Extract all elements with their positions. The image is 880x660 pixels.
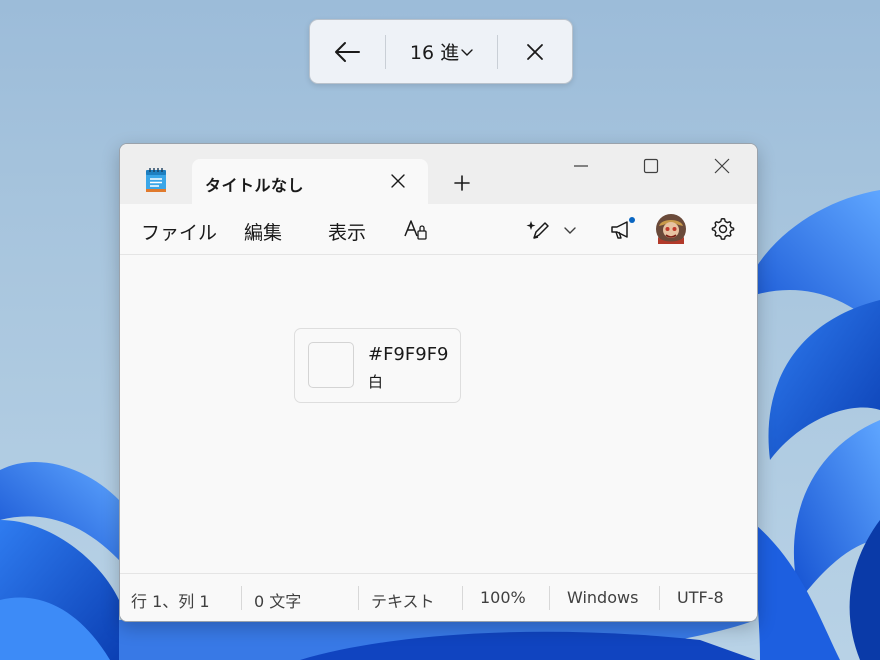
color-name: 白	[368, 373, 384, 391]
status-line-ending[interactable]: Windows	[567, 588, 638, 607]
account-button[interactable]	[655, 213, 687, 245]
minimize-icon	[574, 165, 588, 167]
minimize-button[interactable]	[558, 150, 604, 182]
close-icon	[714, 158, 730, 174]
text-editor[interactable]: #F9F9F9 白	[120, 255, 757, 573]
close-window-button[interactable]	[699, 150, 745, 182]
color-picker-toolbar: 16 進	[309, 19, 573, 84]
close-icon[interactable]	[388, 171, 408, 191]
status-cursor-position: 行 1、列 1	[131, 592, 210, 611]
status-encoding[interactable]: UTF-8	[677, 588, 724, 607]
maximize-icon	[643, 158, 659, 174]
menu-bar: ファイル 編集 表示	[120, 204, 757, 255]
font-button[interactable]	[402, 217, 430, 243]
notepad-window: タイトルなし ファイル 編集 表示 #F9F9F9 白 行 1、列 1 0 文字…	[119, 143, 758, 622]
arrow-left-icon	[335, 41, 361, 62]
close-picker-button[interactable]	[498, 20, 572, 83]
status-mode: テキスト	[371, 592, 435, 611]
copilot-button[interactable]	[521, 216, 581, 244]
announcement-button[interactable]	[607, 214, 637, 244]
megaphone-icon	[611, 217, 635, 239]
format-dropdown[interactable]: 16 進	[386, 20, 498, 83]
divider	[241, 586, 242, 610]
format-label: 16 進	[409, 42, 460, 64]
title-bar: タイトルなし	[120, 144, 757, 205]
chevron-down-icon	[564, 227, 576, 234]
back-button[interactable]	[310, 20, 385, 83]
plus-icon[interactable]	[451, 172, 473, 194]
font-icon	[404, 220, 427, 240]
color-swatch	[308, 342, 354, 388]
tab-title: タイトルなし	[205, 176, 305, 195]
settings-button[interactable]	[710, 216, 736, 242]
color-hex-value: #F9F9F9	[368, 344, 449, 365]
chevron-down-icon	[461, 48, 473, 56]
divider	[549, 586, 550, 610]
maximize-button[interactable]	[628, 150, 674, 182]
notepad-icon	[146, 168, 166, 192]
pen-sparkle-icon	[526, 221, 549, 239]
close-icon	[527, 43, 544, 60]
status-zoom[interactable]: 100%	[480, 588, 526, 607]
menu-file[interactable]: ファイル	[141, 218, 217, 245]
status-char-count: 0 文字	[254, 592, 302, 611]
menu-edit[interactable]: 編集	[244, 218, 282, 245]
divider	[462, 586, 463, 610]
menu-view[interactable]: 表示	[328, 218, 366, 245]
status-bar: 行 1、列 1 0 文字 テキスト 100% Windows UTF-8	[120, 573, 757, 621]
color-result-card: #F9F9F9 白	[294, 328, 461, 403]
avatar	[656, 214, 686, 244]
divider	[659, 586, 660, 610]
tab-untitled[interactable]: タイトルなし	[192, 159, 428, 205]
gear-icon	[711, 217, 735, 240]
divider	[358, 586, 359, 610]
